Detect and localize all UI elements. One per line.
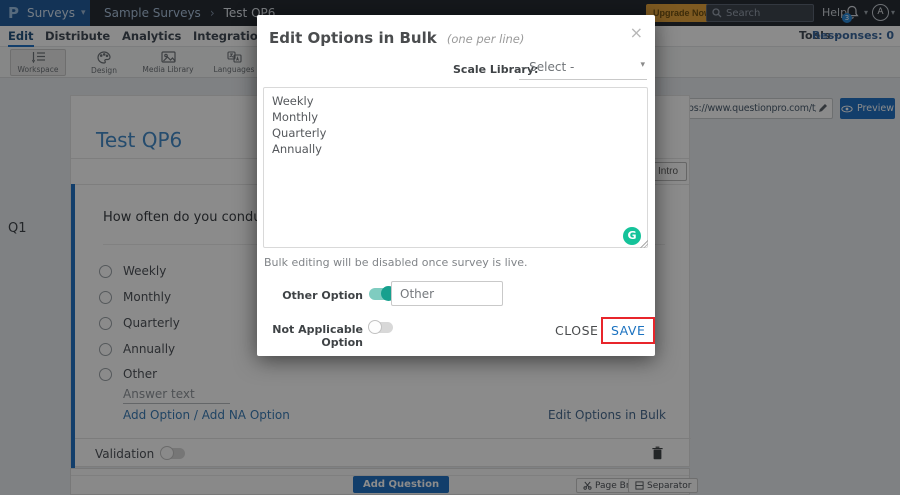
other-option-label: Other Option xyxy=(282,289,363,302)
close-icon[interactable]: × xyxy=(630,23,643,42)
modal-header: Edit Options in Bulk (one per line) xyxy=(269,28,524,47)
not-applicable-label: Not Applicable Option xyxy=(272,323,363,349)
save-button[interactable]: SAVE xyxy=(603,319,653,342)
modal-subtitle: (one per line) xyxy=(446,32,525,46)
not-applicable-toggle[interactable] xyxy=(368,320,393,334)
save-highlight-annotation: SAVE xyxy=(601,317,656,344)
grammarly-icon[interactable]: G xyxy=(623,227,641,245)
resize-handle-icon[interactable] xyxy=(640,240,648,248)
bulk-options-textarea[interactable]: Weekly Monthly Quarterly Annually xyxy=(263,87,648,248)
other-option-input[interactable] xyxy=(391,281,503,306)
edit-options-bulk-modal: Edit Options in Bulk (one per line) × Sc… xyxy=(257,15,656,356)
close-button[interactable]: CLOSE xyxy=(555,323,598,338)
scale-library-select[interactable]: - Select - ▾ xyxy=(519,58,647,80)
bulk-edit-note: Bulk editing will be disabled once surve… xyxy=(264,256,528,269)
scale-library-value: - Select - xyxy=(521,60,575,74)
chevron-down-icon: ▾ xyxy=(640,60,645,70)
modal-title: Edit Options in Bulk xyxy=(269,29,437,47)
questionpro-app: P Surveys ▾ Sample Surveys › Test QP6 Up… xyxy=(0,0,900,495)
